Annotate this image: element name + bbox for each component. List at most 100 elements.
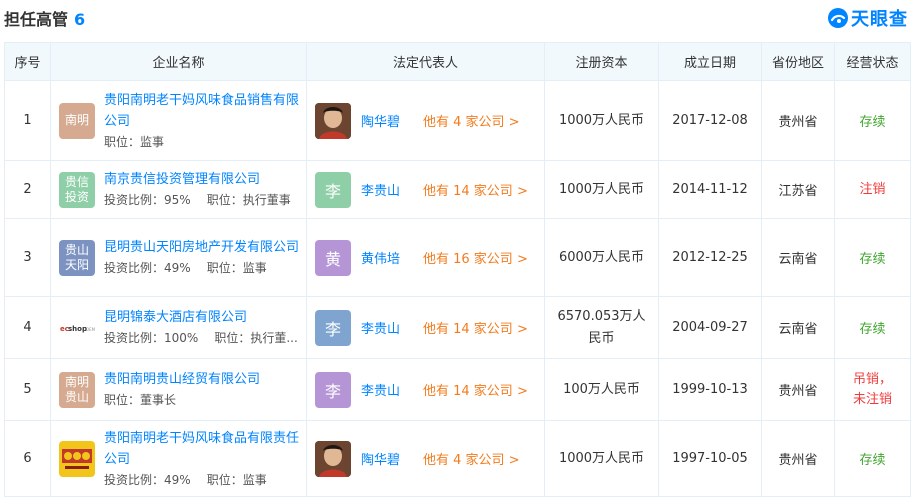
- laoganma-logo-icon: [59, 444, 95, 473]
- company-name-link[interactable]: 贵阳南明老干妈风味食品销售有限公司: [104, 90, 306, 132]
- ecshop-logo-icon: ec shop DEMO: [59, 309, 95, 346]
- table-row: 6 贵阳南明老干妈风味食品有限责任公司 投资比例：49% 职位：监事 陶华碧 他…: [4, 420, 911, 497]
- section-header: 担任高管 6 天眼查: [0, 0, 914, 36]
- col-header-region: 省份地区: [761, 42, 835, 81]
- company-details: 南京贵信投资管理有限公司 投资比例：95% 职位：执行董事: [104, 169, 291, 210]
- position: 职位：监事: [206, 472, 267, 487]
- rep-avatar[interactable]: 黄: [315, 239, 351, 276]
- company-details: 贵阳南明老干妈风味食品销售有限公司 职位：监事: [104, 90, 306, 152]
- col-header-company: 企业名称: [50, 42, 307, 81]
- rep-name-link[interactable]: 李贵山: [361, 180, 413, 199]
- rep-avatar[interactable]: [315, 102, 351, 139]
- rep-name-link[interactable]: 陶华碧: [361, 111, 413, 130]
- company-name-link[interactable]: 南京贵信投资管理有限公司: [104, 169, 291, 190]
- date-cell: 2004-09-27: [658, 296, 762, 359]
- table-header-row: 序号 企业名称 法定代表人 注册资本 成立日期 省份地区 经营状态: [4, 42, 911, 81]
- rep-avatar[interactable]: 李: [315, 309, 351, 346]
- company-cell: 贵信投资 南京贵信投资管理有限公司 投资比例：95% 职位：执行董事: [50, 160, 307, 219]
- status-text: 存续: [859, 322, 886, 337]
- investment-ratio: 投资比例：49%: [104, 261, 191, 275]
- region-cell: 贵州省: [761, 80, 835, 161]
- company-meta: 投资比例：100% 职位：执行董...: [104, 328, 298, 348]
- person-photo-icon: [315, 102, 351, 139]
- status-text: 存续: [859, 252, 886, 267]
- company-logo[interactable]: 南明贵山: [59, 371, 95, 408]
- company-logo-text: 贵山天阳: [64, 242, 89, 272]
- legal-rep-cell: 陶华碧 他有 4 家公司 >: [306, 80, 545, 161]
- rep-companies-link[interactable]: 他有 4 家公司 >: [423, 449, 520, 468]
- company-cell: 贵山天阳 昆明贵山天阳房地产开发有限公司 投资比例：49% 职位：监事: [50, 218, 307, 297]
- status-cell: 存续: [834, 218, 911, 297]
- status-text: 注销: [859, 181, 886, 197]
- company-logo[interactable]: 贵信投资: [59, 171, 95, 208]
- company-meta: 投资比例：95% 职位：执行董事: [104, 190, 291, 210]
- col-header-capital: 注册资本: [544, 42, 659, 81]
- company-meta: 投资比例：49% 职位：监事: [104, 470, 306, 490]
- position: 职位：董事长: [104, 393, 177, 407]
- company-info: 贵阳南明老干妈风味食品有限责任公司 投资比例：49% 职位：监事: [59, 428, 306, 490]
- table-row: 5 南明贵山 贵阳南明贵山经贸有限公司 职位：董事长 李 李贵山 他有 14 家…: [4, 358, 911, 421]
- company-logo[interactable]: ec shop DEMO: [59, 309, 95, 346]
- rep-avatar[interactable]: [315, 440, 351, 477]
- row-index: 6: [4, 420, 51, 497]
- investment-ratio: 投资比例：49%: [104, 472, 191, 487]
- rep-companies-link[interactable]: 他有 14 家公司 >: [423, 380, 528, 399]
- company-logo[interactable]: 贵山天阳: [59, 239, 95, 276]
- rep-avatar[interactable]: 李: [315, 371, 351, 408]
- company-cell: ec shop DEMO 昆明锦泰大酒店有限公司 投资比例：100% 职位：执行董…: [50, 296, 307, 359]
- status-text: 存续: [859, 115, 886, 130]
- company-name-link[interactable]: 昆明贵山天阳房地产开发有限公司: [104, 237, 299, 258]
- capital-cell: 6000万人民币: [544, 218, 659, 297]
- rep-name-link[interactable]: 黄伟培: [361, 248, 413, 267]
- capital-text: 1000万人民币: [558, 112, 645, 128]
- investment-ratio: 投资比例：95%: [104, 193, 191, 207]
- row-index: 4: [4, 296, 51, 359]
- table-row: 1 南明 贵阳南明老干妈风味食品销售有限公司 职位：监事 陶华碧 他有 4 家公…: [4, 80, 911, 161]
- company-name-link[interactable]: 贵阳南明贵山经贸有限公司: [104, 369, 260, 390]
- tianyancha-logo[interactable]: 天眼查: [827, 5, 908, 31]
- person-photo-icon: [315, 440, 351, 477]
- date-cell: 2014-11-12: [658, 160, 762, 219]
- investment-ratio: 投资比例：100%: [104, 331, 199, 345]
- region-cell: 贵州省: [761, 420, 835, 497]
- company-logo-text: 南明贵山: [64, 374, 89, 404]
- status-text: 存续: [859, 453, 886, 468]
- rep-avatar-text: 李: [324, 181, 341, 201]
- rep-name-link[interactable]: 李贵山: [361, 380, 413, 399]
- rep-companies-link[interactable]: 他有 14 家公司 >: [423, 180, 528, 199]
- legal-rep-cell: 黄 黄伟培 他有 16 家公司 >: [306, 218, 545, 297]
- capital-cell: 6570.053万人民币: [544, 296, 659, 359]
- capital-text: 6570.053万人民币: [557, 308, 646, 346]
- capital-cell: 1000万人民币: [544, 160, 659, 219]
- company-details: 昆明贵山天阳房地产开发有限公司 投资比例：49% 职位：监事: [104, 237, 299, 278]
- rep-companies-link[interactable]: 他有 4 家公司 >: [423, 111, 520, 130]
- status-cell: 存续: [834, 296, 911, 359]
- rep-name-link[interactable]: 陶华碧: [361, 449, 413, 468]
- capital-cell: 100万人民币: [544, 358, 659, 421]
- legal-rep: 李 李贵山 他有 14 家公司 >: [307, 309, 544, 346]
- row-index: 3: [4, 218, 51, 297]
- capital-text: 100万人民币: [563, 381, 640, 397]
- row-index: 2: [4, 160, 51, 219]
- tianyancha-logo-icon: [828, 8, 848, 28]
- legal-rep-cell: 李 李贵山 他有 14 家公司 >: [306, 358, 545, 421]
- company-logo[interactable]: 南明: [59, 102, 95, 139]
- legal-rep-cell: 陶华碧 他有 4 家公司 >: [306, 420, 545, 497]
- date-cell: 1997-10-05: [658, 420, 762, 497]
- legal-rep-cell: 李 李贵山 他有 14 家公司 >: [306, 296, 545, 359]
- rep-companies-link[interactable]: 他有 16 家公司 >: [423, 248, 528, 267]
- section-title: 担任高管 6: [4, 6, 85, 30]
- rep-name-link[interactable]: 李贵山: [361, 318, 413, 337]
- company-name-link[interactable]: 贵阳南明老干妈风味食品有限责任公司: [104, 428, 306, 470]
- company-logo[interactable]: [59, 440, 95, 477]
- rep-avatar[interactable]: 李: [315, 171, 351, 208]
- rep-avatar-text: 李: [324, 381, 341, 401]
- company-name-link[interactable]: 昆明锦泰大酒店有限公司: [104, 307, 298, 328]
- row-index: 5: [4, 358, 51, 421]
- company-meta: 职位：董事长: [104, 390, 260, 410]
- region-cell: 云南省: [761, 296, 835, 359]
- status-cell: 存续: [834, 80, 911, 161]
- region-cell: 江苏省: [761, 160, 835, 219]
- company-logo-text: 南明: [64, 113, 89, 127]
- rep-companies-link[interactable]: 他有 14 家公司 >: [423, 318, 528, 337]
